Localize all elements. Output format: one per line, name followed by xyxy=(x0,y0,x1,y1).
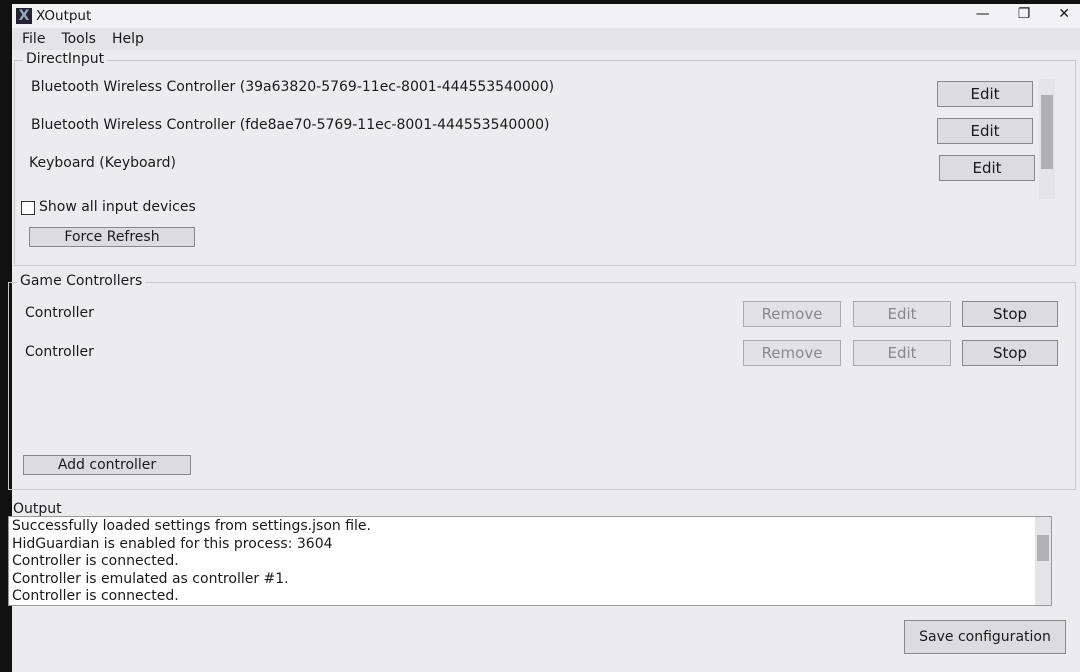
save-configuration-button[interactable]: Save configuration xyxy=(904,620,1066,654)
show-all-checkbox[interactable] xyxy=(21,201,35,215)
menu-tools[interactable]: Tools xyxy=(61,31,96,47)
add-controller-button[interactable]: Add controller xyxy=(23,455,191,475)
game-controllers-label: Game Controllers xyxy=(17,273,146,289)
stop-controller-button[interactable]: Stop xyxy=(962,301,1058,327)
stop-controller-button[interactable]: Stop xyxy=(962,340,1058,366)
device-name: Keyboard (Keyboard) xyxy=(29,155,176,171)
title-bar: X XOutput — ❐ ✕ xyxy=(12,4,1080,28)
edit-controller-button[interactable]: Edit xyxy=(853,301,951,327)
log-line: Controller is connected. xyxy=(12,553,179,569)
app-logo-icon: X xyxy=(16,8,32,24)
output-label: Output xyxy=(13,501,62,517)
menu-bar: File Tools Help xyxy=(12,28,1080,50)
output-log: Successfully loaded settings from settin… xyxy=(8,516,1052,606)
log-line: Controller is emulated as controller #1. xyxy=(12,570,289,587)
close-button[interactable]: ✕ xyxy=(1058,6,1070,22)
game-controllers-group: Game Controllers Controller Controller R… xyxy=(8,273,1076,490)
directinput-group: DirectInput Bluetooth Wireless Controlle… xyxy=(14,51,1076,266)
device-name: Bluetooth Wireless Controller (39a63820-… xyxy=(31,79,555,95)
minimize-button[interactable]: — xyxy=(976,6,990,22)
remove-controller-button[interactable]: Remove xyxy=(743,301,841,327)
controller-name: Controller xyxy=(25,305,94,321)
edit-controller-button[interactable]: Edit xyxy=(853,340,951,366)
maximize-button[interactable]: ❐ xyxy=(1018,6,1031,22)
directinput-label: DirectInput xyxy=(23,51,108,67)
remove-controller-button[interactable]: Remove xyxy=(743,340,841,366)
menu-file[interactable]: File xyxy=(22,31,45,47)
show-all-label: Show all input devices xyxy=(39,199,196,215)
menu-help[interactable]: Help xyxy=(112,31,144,47)
edit-device-button[interactable]: Edit xyxy=(937,81,1033,107)
device-name: Bluetooth Wireless Controller (fde8ae70-… xyxy=(31,117,550,133)
log-line: HidGuardian is enabled for this process:… xyxy=(12,535,333,552)
controller-name: Controller xyxy=(25,344,94,360)
output-scrollbar[interactable] xyxy=(1035,517,1051,605)
log-line: Successfully loaded settings from settin… xyxy=(12,518,371,534)
edit-device-button[interactable]: Edit xyxy=(937,118,1033,144)
app-window: X XOutput — ❐ ✕ File Tools Help DirectIn… xyxy=(8,4,1080,672)
force-refresh-button[interactable]: Force Refresh xyxy=(29,227,195,247)
device-list-scrollbar[interactable] xyxy=(1039,79,1055,199)
window-title: XOutput xyxy=(36,8,92,24)
edit-device-button[interactable]: Edit xyxy=(939,155,1035,181)
log-line: Controller is connected. xyxy=(12,588,179,604)
